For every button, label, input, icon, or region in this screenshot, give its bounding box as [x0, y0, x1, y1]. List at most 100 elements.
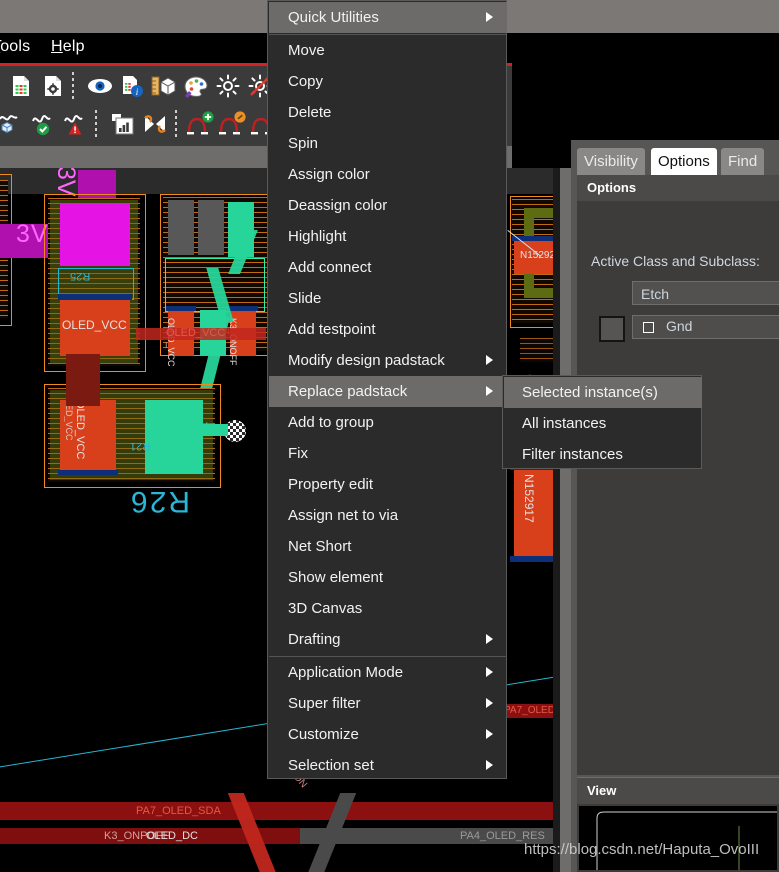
waveform-warning-icon[interactable] [62, 109, 92, 139]
menu-item-assign-color[interactable]: Assign color [269, 159, 507, 190]
active-class-field[interactable]: Etch [632, 281, 779, 305]
view-panel-canvas[interactable] [579, 806, 777, 870]
brightness-up-icon[interactable] [213, 71, 243, 101]
tab-options[interactable]: Options [651, 148, 717, 175]
menu-item-replace-padstack[interactable]: Replace padstack [269, 376, 507, 407]
pad-blue-edge [58, 294, 132, 300]
color-palette-icon[interactable] [181, 71, 211, 101]
menu-tools[interactable]: Tools [0, 38, 30, 56]
view-panel-header: View [577, 778, 779, 804]
menu-item-label: 3D Canvas [288, 600, 363, 617]
active-class-subclass-label: Active Class and Subclass: [591, 253, 760, 269]
menu-item-assign-net-to-via[interactable]: Assign net to via [269, 500, 507, 531]
menu-help-label: elp [62, 38, 85, 55]
shuffle-icon[interactable] [140, 109, 170, 139]
trace-darkred [66, 354, 100, 406]
chevron-right-icon [486, 667, 493, 677]
waveform-3d-icon[interactable] [0, 109, 28, 139]
chevron-right-icon [486, 698, 493, 708]
menu-item-delete[interactable]: Delete [269, 97, 507, 128]
submenu-item-all-instances[interactable]: All instances [504, 408, 702, 439]
display-eye-icon[interactable] [85, 71, 115, 101]
menu-item-label: Show element [288, 569, 384, 586]
subclass-color-swatch[interactable] [599, 316, 625, 342]
right-dock-panel: Visibility Options Find Options Active C… [571, 140, 779, 872]
chevron-right-icon [486, 729, 493, 739]
measure-3d-icon[interactable] [149, 71, 179, 101]
menu-item-move[interactable]: Move [269, 35, 507, 66]
menu-item-copy[interactable]: Copy [269, 66, 507, 97]
menu-item-label: Application Mode [288, 664, 404, 681]
pad-blue-edge [228, 306, 258, 311]
submenu-item-selected-instances[interactable]: Selected instance(s) [504, 377, 702, 408]
menu-item-label: Selection set [288, 757, 374, 774]
net-label-oled-vcc: OLED_VCC [166, 327, 226, 339]
menu-item-modify-design-padstack[interactable]: Modify design padstack [269, 345, 507, 376]
menu-help[interactable]: Help [51, 38, 85, 56]
chevron-right-icon [486, 634, 493, 644]
menu-item-label: Move [288, 42, 325, 59]
menu-item-fix[interactable]: Fix [269, 438, 507, 469]
menu-item-quick-utilities[interactable]: Quick Utilities [269, 2, 507, 33]
refdes-r26: R26 [128, 485, 190, 518]
menu-item-label: Property edit [288, 476, 374, 493]
pad-blue-edge [166, 306, 196, 311]
menu-item-selection-set[interactable]: Selection set [269, 750, 507, 781]
waveform-check-icon[interactable] [30, 109, 60, 139]
menu-item-3d-canvas[interactable]: 3D Canvas [269, 593, 507, 624]
menu-item-highlight[interactable]: Highlight [269, 221, 507, 252]
subclass-checkbox[interactable] [643, 322, 654, 333]
file-info-icon[interactable]: i [117, 71, 147, 101]
report-file-icon[interactable] [6, 71, 36, 101]
tab-find[interactable]: Find [721, 148, 765, 175]
menu-item-label: Assign color [288, 166, 370, 183]
net-label-oled-vcc: OLED_VCC [166, 318, 176, 367]
net-label-k3-onoff: K3_ONOFF [228, 318, 238, 366]
net-label-oled-vcc: OLED_VCC [62, 318, 127, 332]
submenu-item-label: All instances [522, 415, 607, 432]
replace-padstack-submenu[interactable]: Selected instance(s) All instances Filte… [502, 375, 702, 469]
net-label-oled-vcc: OLED_VCC [74, 400, 86, 460]
menu-item-drafting[interactable]: Drafting [269, 624, 507, 655]
pad-blue-edge [58, 470, 118, 475]
canvas-vertical-scrollbar[interactable] [560, 168, 571, 872]
menu-item-slide[interactable]: Slide [269, 283, 507, 314]
menu-item-label: Add connect [288, 259, 372, 276]
menu-item-label: Fix [288, 445, 308, 462]
add-signal-icon[interactable] [186, 109, 216, 139]
menu-item-add-testpoint[interactable]: Add testpoint [269, 314, 507, 345]
menu-item-net-short[interactable]: Net Short [269, 531, 507, 562]
toolbar-separator [175, 110, 177, 138]
menu-item-property-edit[interactable]: Property edit [269, 469, 507, 500]
chevron-right-icon [486, 355, 493, 365]
right-click-context-menu[interactable]: Quick Utilities Move Copy Delete Spin As… [267, 0, 507, 779]
menu-item-label: Deassign color [288, 197, 388, 214]
menu-item-super-filter[interactable]: Super filter [269, 688, 507, 719]
menu-item-customize[interactable]: Customize [269, 719, 507, 750]
refdes-r21: R21 [130, 440, 151, 452]
menu-item-label: Replace padstack [288, 383, 408, 400]
net-label-oled-dc: OLED_DC [146, 830, 198, 842]
submenu-item-label: Filter instances [522, 446, 623, 463]
pad-magenta [60, 204, 130, 266]
tab-visibility[interactable]: Visibility [577, 148, 645, 175]
report-chart-icon[interactable] [108, 109, 138, 139]
subclass-label: Gnd [666, 318, 693, 334]
menu-item-deassign-color[interactable]: Deassign color [269, 190, 507, 221]
net-label-pa4-oled-res: PA4_OLED_RES [460, 830, 545, 842]
canvas-right-shadow [553, 168, 560, 872]
menu-item-add-connect[interactable]: Add connect [269, 252, 507, 283]
application-window: Tools Help i [0, 0, 779, 872]
subclass-row-gnd[interactable]: Gnd [632, 315, 779, 339]
menu-item-spin[interactable]: Spin [269, 128, 507, 159]
menu-item-label: Highlight [288, 228, 347, 245]
menu-item-application-mode[interactable]: Application Mode [269, 657, 507, 688]
menu-item-show-element[interactable]: Show element [269, 562, 507, 593]
edit-signal-icon[interactable] [218, 109, 248, 139]
menu-item-add-to-group[interactable]: Add to group [269, 407, 507, 438]
menu-item-label: Slide [288, 290, 322, 307]
setup-file-gear-icon[interactable] [38, 71, 68, 101]
trace-pa7-oled-sda [0, 802, 571, 820]
submenu-item-filter-instances[interactable]: Filter instances [504, 439, 702, 470]
dock-tab-strip: Visibility Options Find [571, 148, 779, 176]
